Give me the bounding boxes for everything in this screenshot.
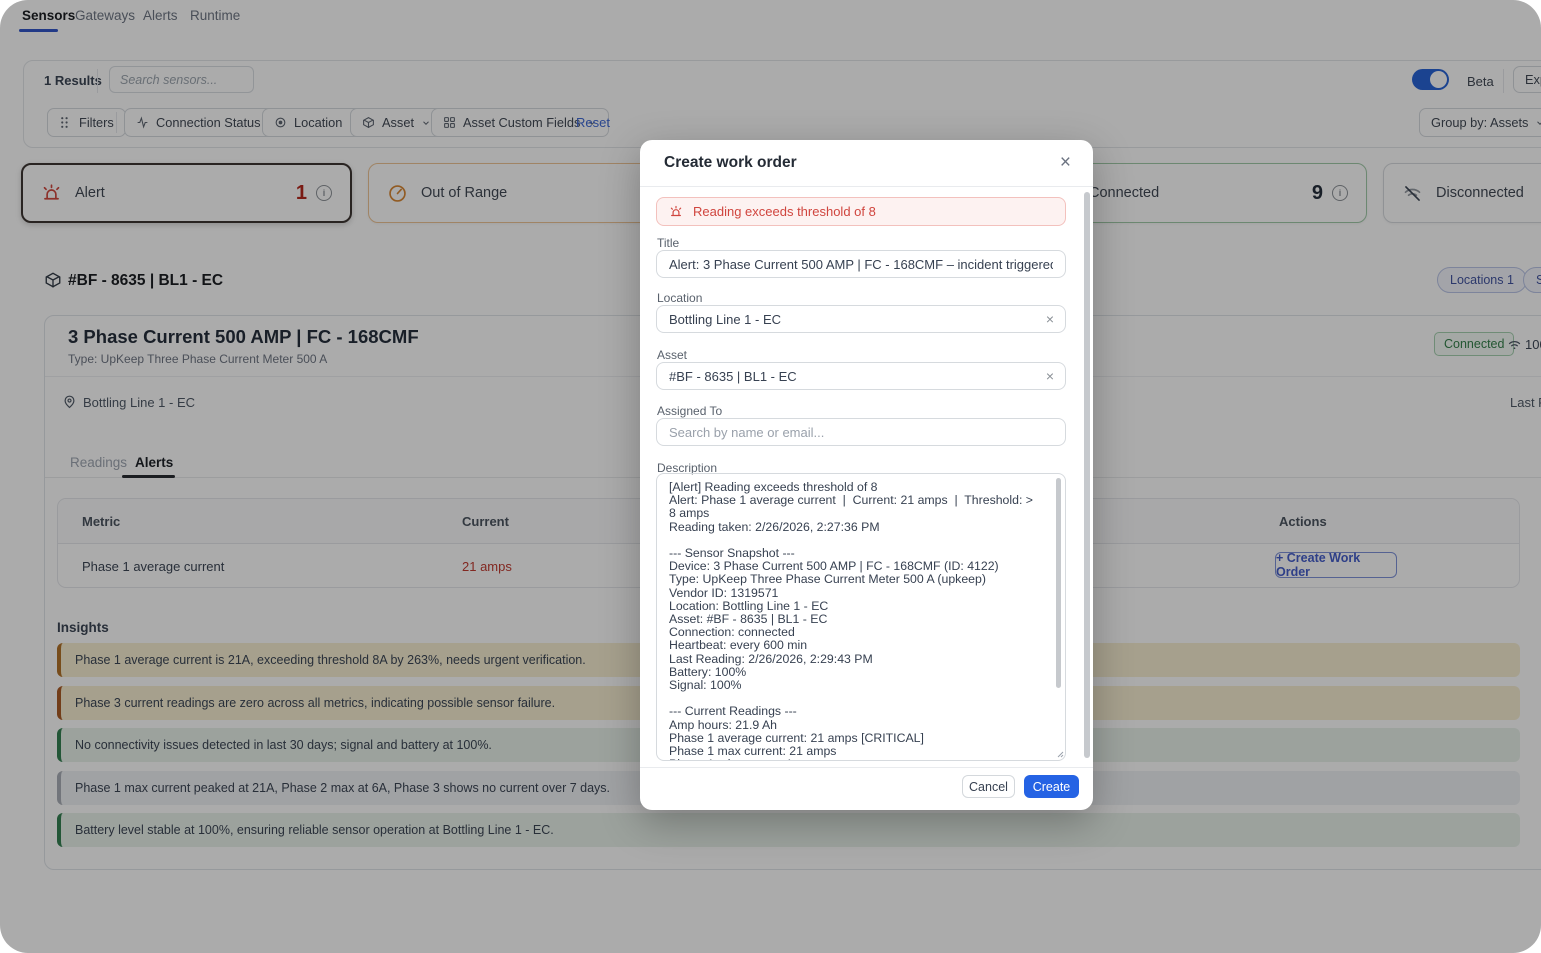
location-input[interactable] xyxy=(656,305,1066,333)
modal-footer-divider xyxy=(640,767,1093,768)
cancel-button[interactable]: Cancel xyxy=(962,775,1015,798)
asset-label: Asset xyxy=(657,348,687,362)
resize-handle[interactable] xyxy=(1056,750,1064,758)
create-button[interactable]: Create xyxy=(1024,775,1079,798)
assigned-to-input[interactable] xyxy=(656,418,1066,446)
title-input[interactable] xyxy=(656,250,1066,278)
description-textarea[interactable]: [Alert] Reading exceeds threshold of 8 A… xyxy=(656,473,1066,761)
modal-title: Create work order xyxy=(664,154,797,172)
modal-header-divider xyxy=(640,186,1093,187)
close-icon[interactable]: × xyxy=(1060,153,1071,172)
alert-banner-text: Reading exceeds threshold of 8 xyxy=(693,204,876,219)
clear-asset-icon[interactable]: × xyxy=(1046,369,1054,383)
location-label: Location xyxy=(657,291,702,305)
asset-input[interactable] xyxy=(656,362,1066,390)
create-work-order-modal: Create work order × Reading exceeds thre… xyxy=(640,140,1093,810)
alarm-icon xyxy=(669,205,683,219)
assigned-to-label: Assigned To xyxy=(657,404,722,418)
modal-scrollbar[interactable] xyxy=(1084,192,1090,758)
alert-banner: Reading exceeds threshold of 8 xyxy=(656,197,1066,226)
app-window: Sensors Gateways Alerts Runtime 1 Result… xyxy=(0,0,1541,953)
textarea-scrollbar[interactable] xyxy=(1056,478,1061,688)
clear-location-icon[interactable]: × xyxy=(1046,312,1054,326)
title-label: Title xyxy=(657,236,679,250)
